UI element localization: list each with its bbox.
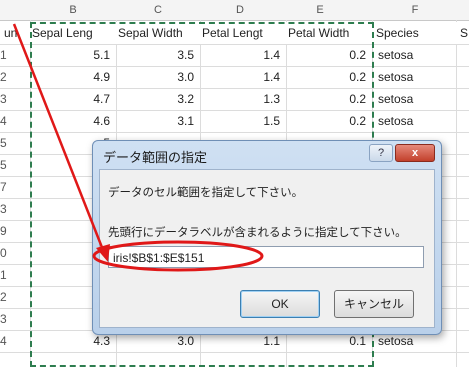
annotation-arrow-line xyxy=(12,23,105,251)
annotation-ellipse xyxy=(92,240,264,272)
annotation-overlay xyxy=(12,23,264,272)
